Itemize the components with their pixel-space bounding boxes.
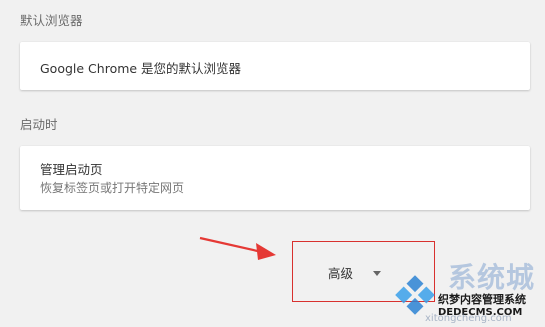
advanced-button[interactable]: 高级 xyxy=(318,258,398,286)
manage-startup-pages-card[interactable]: 管理启动页 恢复标签页或打开特定网页 xyxy=(20,146,530,210)
watermark-line1: 织梦内容管理系统 xyxy=(438,293,526,306)
default-browser-card: Google Chrome 是您的默认浏览器 xyxy=(20,42,530,90)
manage-startup-pages-subtitle: 恢复标签页或打开特定网页 xyxy=(40,181,185,195)
on-startup-section-title: 启动时 xyxy=(20,117,58,132)
manage-startup-pages-title: 管理启动页 xyxy=(40,162,103,177)
chevron-down-icon[interactable] xyxy=(373,270,382,276)
default-browser-status-text: Google Chrome 是您的默认浏览器 xyxy=(40,61,242,76)
watermark-url: xitongcheng.com xyxy=(425,313,512,324)
default-browser-section-title: 默认浏览器 xyxy=(20,13,83,28)
advanced-label: 高级 xyxy=(328,265,354,281)
watermark-brand: 系统城 xyxy=(448,261,536,294)
red-arrow-annotation xyxy=(199,236,276,260)
